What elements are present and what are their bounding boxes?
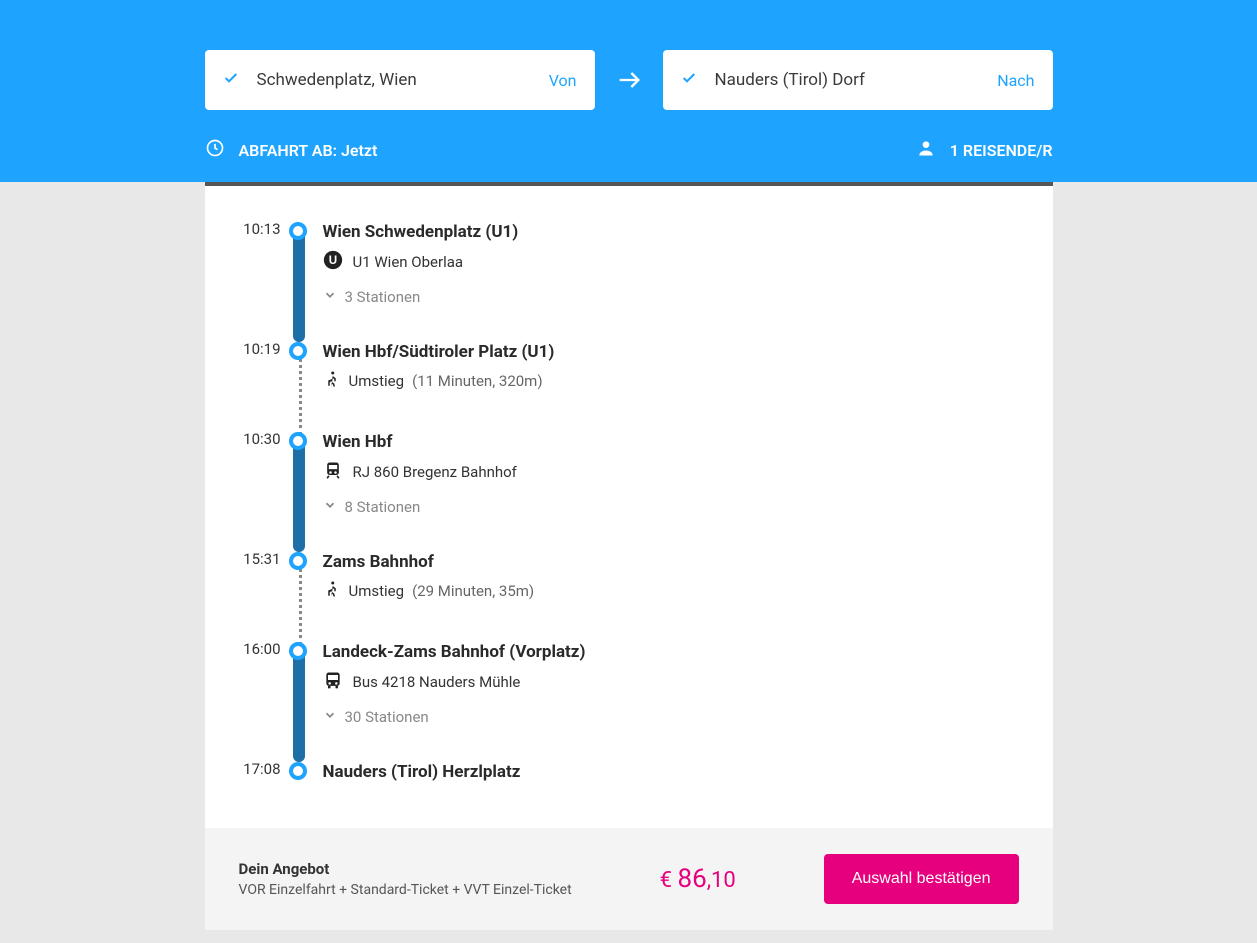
line-label: RJ 860 Bregenz Bahnhof: [353, 463, 517, 481]
bus-icon: [323, 670, 343, 694]
station-dot: [289, 762, 307, 780]
line-label: U1 Wien Oberlaa: [353, 253, 464, 271]
clock-icon: [205, 138, 225, 162]
stations-count: 3 Stationen: [345, 288, 421, 306]
from-input[interactable]: Schwedenplatz, Wien Von: [205, 50, 595, 110]
ubahn-icon: U: [323, 250, 343, 274]
train-icon: [323, 460, 343, 484]
departure-station: Wien Schwedenplatz (U1): [323, 222, 1025, 242]
person-icon: [916, 138, 936, 162]
transfer-detail: (29 Minuten, 35m): [412, 582, 534, 600]
to-value: Nauders (Tirol) Dorf: [715, 70, 998, 90]
expand-stations[interactable]: 8 Stationen: [323, 498, 1025, 516]
from-value: Schwedenplatz, Wien: [257, 70, 549, 90]
arrival-time: 15:31: [233, 550, 281, 568]
track-solid: [293, 646, 305, 762]
walk-icon: [323, 580, 341, 602]
offer-title: Dein Angebot: [239, 860, 572, 878]
svg-text:U: U: [328, 254, 336, 267]
track-solid: [293, 226, 305, 342]
from-label: Von: [549, 71, 577, 90]
offer-block: Dein Angebot VOR Einzelfahrt + Standard-…: [239, 860, 572, 898]
to-input[interactable]: Nauders (Tirol) Dorf Nach: [663, 50, 1053, 110]
to-label: Nach: [997, 71, 1034, 90]
transfer-info: Umstieg (11 Minuten, 320m): [323, 370, 1025, 392]
departure-station: Landeck-Zams Bahnhof (Vorplatz): [323, 642, 1025, 662]
station-dot: [289, 552, 307, 570]
line-label: Bus 4218 Nauders Mühle: [353, 673, 521, 691]
line-info: RJ 860 Bregenz Bahnhof: [323, 460, 1025, 484]
offer-subtitle: VOR Einzelfahrt + Standard-Ticket + VVT …: [239, 882, 572, 898]
departure-label: ABFAHRT AB: Jetzt: [239, 141, 378, 160]
station-dot: [289, 642, 307, 660]
station-dot: [289, 342, 307, 360]
price: € 86,10: [660, 864, 736, 894]
departure-time: 16:00: [233, 640, 281, 658]
transfer-label: Umstieg: [349, 372, 405, 390]
arrival-time: 17:08: [233, 760, 281, 778]
stations-count: 30 Stationen: [345, 708, 429, 726]
track-dotted: [299, 352, 302, 436]
transfer-info: Umstieg (29 Minuten, 35m): [323, 580, 1025, 602]
departure-station: Wien Hbf: [323, 432, 1025, 452]
arrival-station: Nauders (Tirol) Herzlplatz: [323, 762, 1025, 782]
stations-count: 8 Stationen: [345, 498, 421, 516]
transfer-label: Umstieg: [349, 582, 405, 600]
expand-stations[interactable]: 3 Stationen: [323, 288, 1025, 306]
chevron-down-icon: [323, 708, 337, 726]
departure-time: 10:30: [233, 430, 281, 448]
travelers-button[interactable]: 1 REISENDE/R: [916, 138, 1053, 162]
check-icon: [223, 70, 239, 90]
station-dot: [289, 222, 307, 240]
arrival-station: Wien Hbf/Südtiroler Platz (U1): [323, 342, 1025, 362]
track-dotted: [299, 562, 302, 646]
travelers-label: 1 REISENDE/R: [950, 141, 1053, 160]
swap-arrow-icon[interactable]: [615, 66, 643, 94]
track-solid: [293, 436, 305, 552]
arrival-station: Zams Bahnhof: [323, 552, 1025, 572]
walk-icon: [323, 370, 341, 392]
departure-time-button[interactable]: ABFAHRT AB: Jetzt: [205, 138, 378, 162]
transfer-detail: (11 Minuten, 320m): [412, 372, 543, 390]
line-info: U U1 Wien Oberlaa: [323, 250, 1025, 274]
confirm-button[interactable]: Auswahl bestätigen: [824, 854, 1019, 904]
line-info: Bus 4218 Nauders Mühle: [323, 670, 1025, 694]
chevron-down-icon: [323, 498, 337, 516]
check-icon: [681, 70, 697, 90]
expand-stations[interactable]: 30 Stationen: [323, 708, 1025, 726]
departure-time: 10:13: [233, 220, 281, 238]
chevron-down-icon: [323, 288, 337, 306]
station-dot: [289, 432, 307, 450]
arrival-time: 10:19: [233, 340, 281, 358]
